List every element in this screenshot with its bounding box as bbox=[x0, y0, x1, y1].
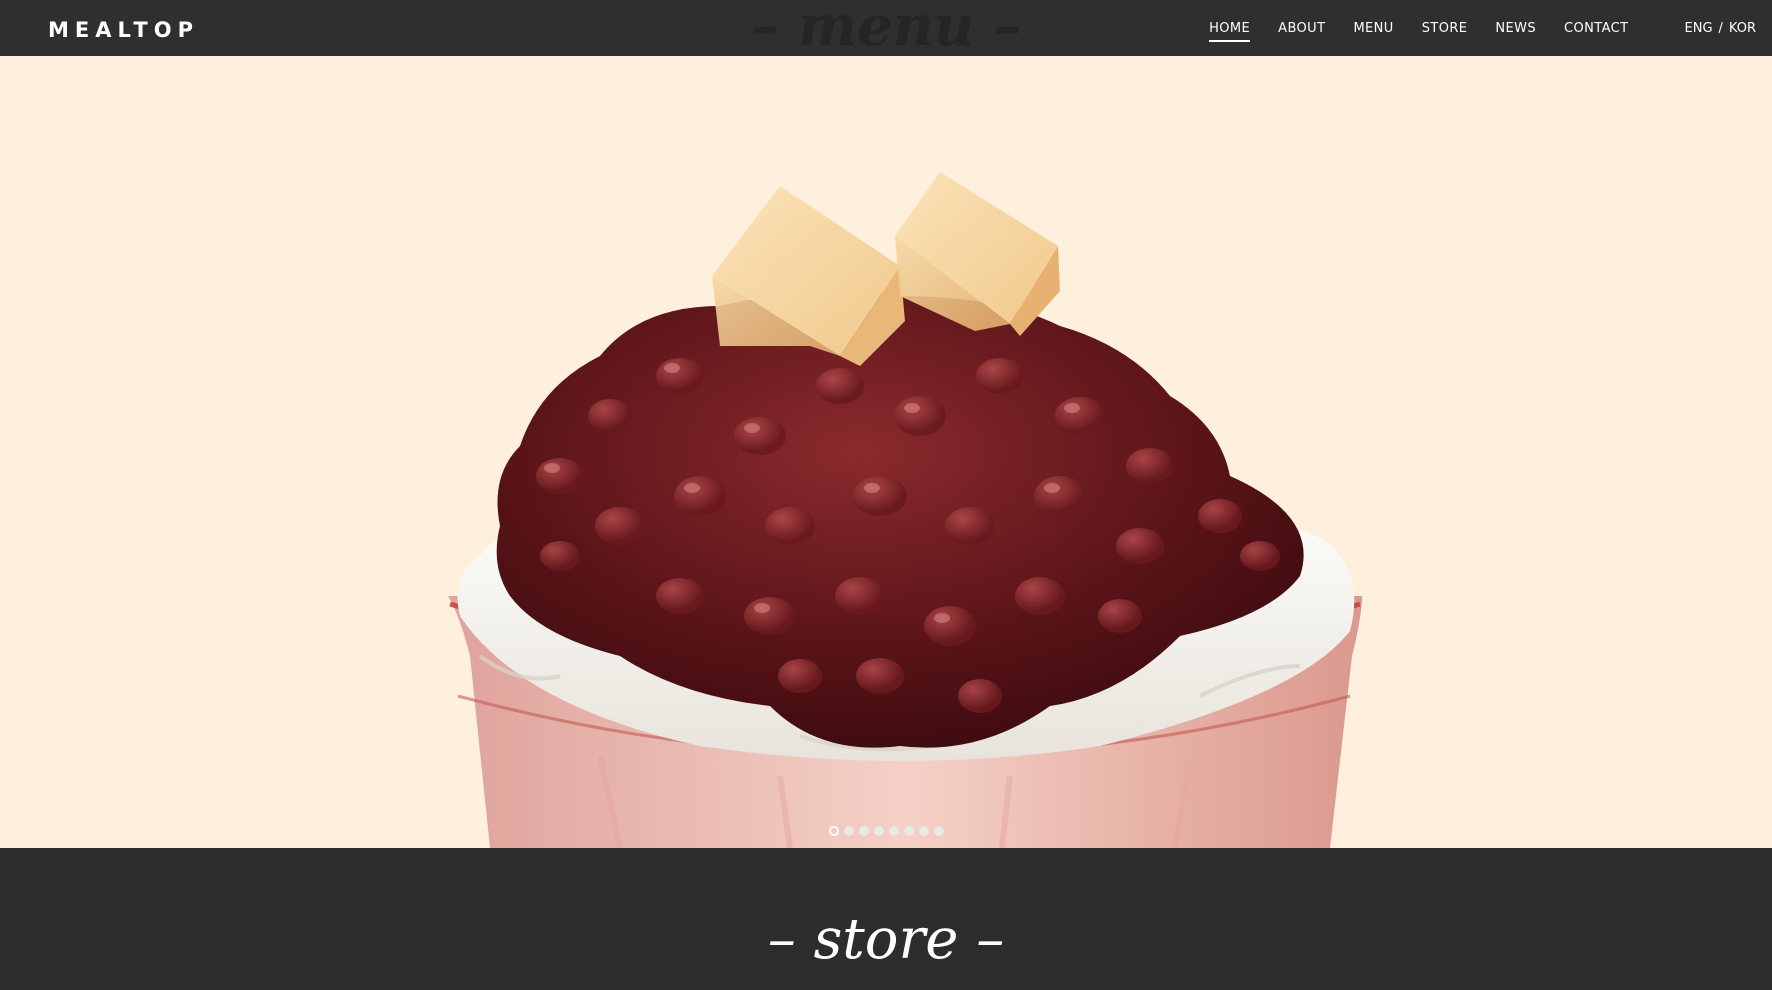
site-header: – menu – MEALTOP HOME ABOUT MENU STORE N… bbox=[0, 0, 1772, 58]
nav-news[interactable]: NEWS bbox=[1495, 15, 1536, 42]
nav-contact[interactable]: CONTACT bbox=[1564, 15, 1628, 42]
hero-slider bbox=[0, 56, 1772, 848]
rice-cake-cube-left bbox=[712, 186, 905, 366]
main-nav: HOME ABOUT MENU STORE NEWS CONTACT ENG /… bbox=[1181, 0, 1772, 56]
nav-home[interactable]: HOME bbox=[1209, 15, 1251, 42]
language-switcher: ENG / KOR bbox=[1685, 21, 1757, 36]
lang-eng[interactable]: ENG bbox=[1685, 21, 1713, 36]
page: – menu – MEALTOP HOME ABOUT MENU STORE N… bbox=[0, 0, 1772, 990]
slider-dot[interactable] bbox=[888, 826, 899, 836]
nav-store[interactable]: STORE bbox=[1422, 15, 1468, 42]
slider-pagination bbox=[0, 826, 1772, 836]
slider-dot[interactable] bbox=[918, 826, 929, 836]
slider-dot[interactable] bbox=[933, 826, 944, 836]
slider-dot[interactable] bbox=[843, 826, 854, 836]
slider-dot[interactable] bbox=[903, 826, 914, 836]
slider-dot[interactable] bbox=[873, 826, 884, 836]
lang-separator: / bbox=[1718, 20, 1723, 36]
slider-dot[interactable] bbox=[858, 826, 869, 836]
nav-menu[interactable]: MENU bbox=[1353, 15, 1393, 42]
lang-kor[interactable]: KOR bbox=[1729, 21, 1756, 36]
bingsu-dessert-image bbox=[448, 172, 1362, 848]
site-logo[interactable]: MEALTOP bbox=[48, 18, 199, 42]
slider-dot[interactable] bbox=[828, 826, 839, 836]
store-section-heading: – store – bbox=[767, 907, 1005, 972]
nav-about[interactable]: ABOUT bbox=[1278, 15, 1325, 42]
store-section: – store – bbox=[0, 848, 1772, 990]
